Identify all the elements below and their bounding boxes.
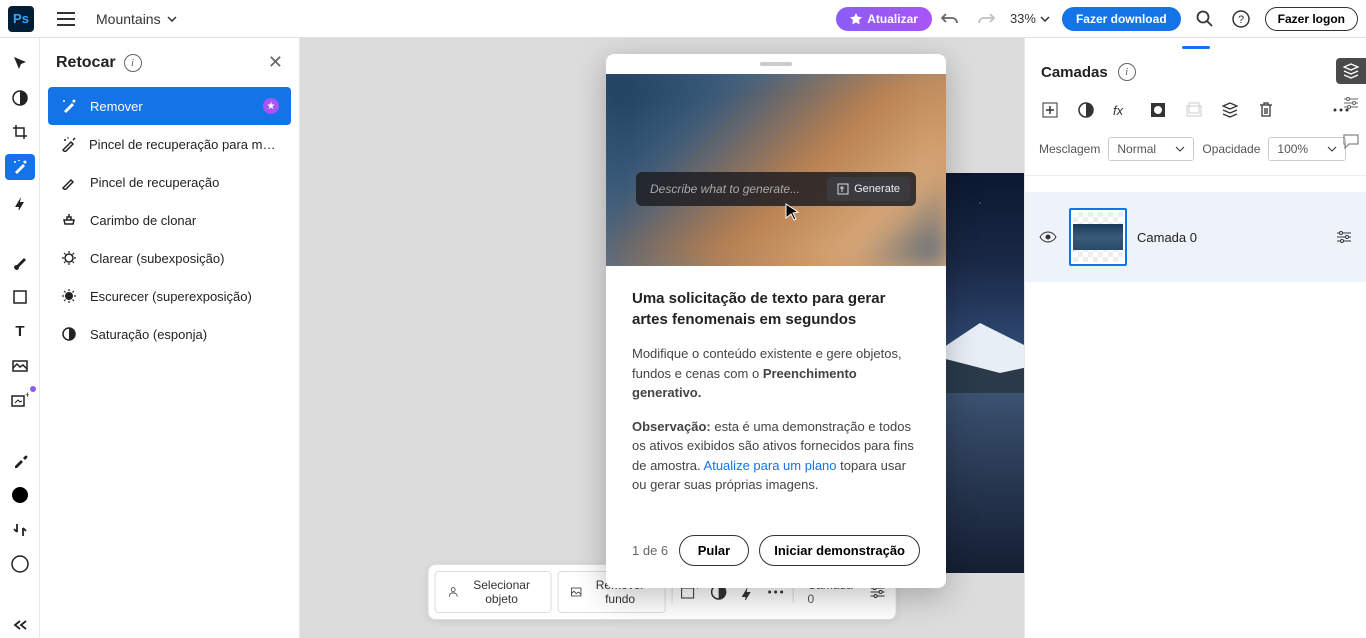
blend-mode-select[interactable]: Normal	[1108, 137, 1194, 161]
layers-panel: Camadas i fx Mesclagem Normal Opacidade …	[1024, 38, 1366, 638]
modal-note: Observação: esta é uma demonstração e to…	[632, 417, 920, 495]
text-tool[interactable]: T	[5, 318, 35, 345]
gen-prompt-placeholder: Describe what to generate...	[650, 182, 819, 196]
upgrade-link[interactable]: Atualize para um plano	[704, 458, 837, 473]
visibility-toggle-icon[interactable]	[1039, 231, 1059, 243]
fx-icon[interactable]: fx	[1111, 99, 1133, 121]
skip-button[interactable]: Pular	[679, 535, 750, 566]
layers-toggle-icon[interactable]	[1336, 58, 1366, 84]
svg-text:?: ?	[1238, 14, 1244, 26]
upgrade-button[interactable]: Atualizar	[836, 7, 932, 31]
crop-tool[interactable]	[5, 119, 35, 146]
generate-button-preview: Generate	[827, 177, 910, 201]
star-badge-icon: ★	[263, 98, 279, 114]
chevron-down-icon	[1175, 146, 1185, 152]
star-icon	[850, 13, 862, 25]
help-icon[interactable]: ?	[1227, 5, 1255, 33]
person-icon	[448, 585, 459, 599]
chevron-down-icon	[1040, 16, 1050, 22]
image-tool[interactable]	[5, 352, 35, 379]
blend-label: Mesclagem	[1039, 142, 1100, 156]
gen-fill-tool[interactable]: +	[5, 387, 35, 414]
modal-description: Modifique o conteúdo existente e gere ob…	[632, 344, 920, 403]
modal-step-indicator: 1 de 6	[632, 543, 668, 558]
svg-text:T: T	[15, 323, 24, 339]
layer-name: Camada 0	[1137, 230, 1197, 245]
tool-remover[interactable]: Remover ★	[48, 87, 291, 125]
shape-tool[interactable]	[5, 283, 35, 310]
layers-title: Camadas	[1041, 64, 1108, 81]
info-icon[interactable]: i	[124, 54, 142, 72]
modal-title: Uma solicitação de texto para gerar arte…	[632, 288, 920, 330]
redo-button[interactable]	[972, 5, 1000, 33]
mask-icon[interactable]	[1147, 99, 1169, 121]
tool-dodge[interactable]: Clarear (subexposição)	[48, 239, 291, 277]
collapse-icon[interactable]	[5, 611, 35, 638]
eyedropper-tool[interactable]	[5, 447, 35, 474]
image-icon	[570, 585, 581, 599]
zoom-level[interactable]: 33%	[1010, 11, 1050, 26]
layer-settings-icon[interactable]	[1336, 230, 1352, 244]
modal-preview-image: Describe what to generate... Generate	[606, 74, 946, 266]
select-object-button[interactable]: Selecionar objeto	[435, 571, 552, 613]
hamburger-menu-icon[interactable]	[54, 7, 78, 31]
document-name[interactable]: Mountains	[96, 11, 177, 27]
tool-options-panel: Retocar i ✕ Remover ★ Pincel de recupera…	[40, 38, 300, 638]
search-icon[interactable]	[1191, 5, 1219, 33]
brush-tool[interactable]	[5, 249, 35, 276]
chevron-down-icon	[167, 16, 177, 22]
layer-thumbnail[interactable]	[1069, 208, 1127, 266]
download-button[interactable]: Fazer download	[1062, 7, 1181, 31]
close-icon[interactable]: ✕	[268, 52, 283, 73]
modal-drag-handle[interactable]	[606, 54, 946, 74]
background-color[interactable]	[5, 551, 35, 578]
opacity-label: Opacidade	[1202, 142, 1260, 156]
tool-healing-brush[interactable]: Pincel de recuperação	[48, 163, 291, 201]
layer-row[interactable]: Camada 0	[1025, 192, 1366, 282]
info-icon[interactable]: i	[1118, 63, 1136, 81]
tool-burn[interactable]: Escurecer (superexposição)	[48, 277, 291, 315]
swap-colors[interactable]	[5, 517, 35, 544]
comments-icon[interactable]	[1336, 128, 1366, 154]
adjust-tool[interactable]	[5, 85, 35, 112]
svg-text:+: +	[25, 392, 29, 400]
app-header: Ps Mountains Atualizar 33% Fazer downloa…	[0, 0, 1366, 38]
canvas-area[interactable]: Selecionar objeto Remover fundo + Camada…	[300, 38, 1024, 638]
opacity-select[interactable]: 100%	[1268, 137, 1346, 161]
left-toolbar: T +	[0, 38, 40, 638]
properties-toggle-icon[interactable]	[1336, 90, 1366, 116]
trash-icon[interactable]	[1255, 99, 1277, 121]
svg-text:fx: fx	[1113, 103, 1124, 117]
panel-title: Retocar	[56, 54, 116, 72]
move-tool[interactable]	[5, 50, 35, 77]
link-icon[interactable]	[1183, 99, 1205, 121]
onboarding-modal: Describe what to generate... Generate Um…	[606, 54, 946, 588]
photoshop-logo: Ps	[8, 6, 34, 32]
foreground-color[interactable]	[5, 482, 35, 509]
start-demo-button[interactable]: Iniciar demonstração	[759, 535, 920, 566]
tool-spot-healing[interactable]: Pincel de recuperação para man…	[48, 125, 291, 163]
cursor-icon	[784, 202, 802, 224]
tool-clone-stamp[interactable]: Carimbo de clonar	[48, 201, 291, 239]
adjustment-layer-icon[interactable]	[1075, 99, 1097, 121]
tool-sponge[interactable]: Saturação (esponja)	[48, 315, 291, 353]
undo-button[interactable]	[936, 5, 964, 33]
login-button[interactable]: Fazer logon	[1265, 7, 1358, 31]
stack-icon[interactable]	[1219, 99, 1241, 121]
retouch-tool[interactable]	[5, 154, 35, 181]
add-layer-icon[interactable]	[1039, 99, 1061, 121]
quick-actions-tool[interactable]	[5, 188, 35, 215]
